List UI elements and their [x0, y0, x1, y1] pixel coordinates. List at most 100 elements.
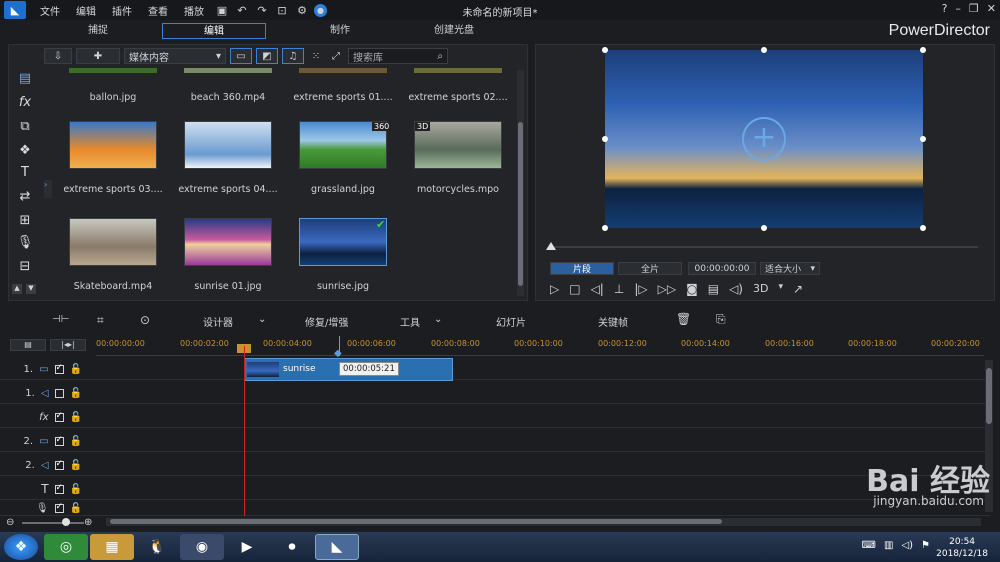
scrub-handle-icon[interactable]: [546, 242, 556, 250]
resize-handle[interactable]: [761, 225, 767, 231]
timecode-field[interactable]: 00:00:00:00: [688, 262, 756, 275]
thumb-extreme-04[interactable]: [184, 121, 272, 169]
track-enable-checkbox[interactable]: [54, 483, 64, 494]
filter-video-icon[interactable]: ▭: [230, 48, 252, 64]
zoom-in-icon[interactable]: ⊕: [84, 517, 92, 528]
library-scroll-thumb[interactable]: [518, 122, 523, 286]
media-item-label[interactable]: extreme sports 04....: [173, 184, 283, 195]
media-item-label[interactable]: extreme sports 02....: [403, 92, 513, 103]
volume-icon[interactable]: ◁): [901, 540, 913, 551]
menu-view[interactable]: 查看: [140, 3, 176, 18]
flag-icon[interactable]: ⚑: [921, 540, 930, 551]
keyboard-icon[interactable]: ⌨: [862, 540, 876, 551]
close-icon[interactable]: ✕: [987, 2, 996, 15]
particle-room-icon[interactable]: ❖: [14, 140, 36, 160]
redo-icon[interactable]: ↷: [254, 2, 270, 18]
import-media-icon[interactable]: ⇩: [44, 48, 72, 64]
tab-edit[interactable]: 编辑: [162, 23, 266, 39]
media-content-dropdown[interactable]: 媒体内容 ▾: [124, 48, 226, 64]
rail-down-icon[interactable]: ▼: [26, 284, 36, 294]
chevron-down-icon[interactable]: ⌄: [434, 314, 442, 325]
media-item-label[interactable]: beach 360.mp4: [173, 92, 283, 103]
undock-icon[interactable]: ↗: [793, 282, 803, 296]
chevron-down-icon[interactable]: ▾: [778, 282, 783, 296]
crop-icon[interactable]: ⌗: [97, 313, 104, 328]
volume-icon[interactable]: ◁): [729, 282, 743, 296]
split-icon[interactable]: ⊥: [614, 282, 624, 296]
undo-icon[interactable]: ↶: [234, 2, 250, 18]
lock-icon[interactable]: 🔓: [70, 412, 82, 423]
minimize-icon[interactable]: –: [955, 2, 961, 15]
media-item-label[interactable]: extreme sports 01....: [288, 92, 398, 103]
lock-icon[interactable]: 🔓: [70, 364, 82, 375]
playhead-diamond-icon[interactable]: ◆: [334, 348, 346, 359]
fast-forward-icon[interactable]: ▷▷: [658, 282, 676, 296]
clip-mode-button[interactable]: 片段: [550, 262, 614, 275]
subtitle-icon[interactable]: ▤: [708, 282, 719, 296]
media-item-label[interactable]: grassland.jpg: [288, 184, 398, 195]
settings-gear-icon[interactable]: ⚙: [294, 2, 310, 18]
tools-button[interactable]: 工具: [400, 314, 420, 329]
thumb-skateboard[interactable]: [69, 218, 157, 266]
filter-image-icon[interactable]: ◩: [256, 48, 278, 64]
taskbar-explorer-icon[interactable]: ▦: [90, 534, 134, 560]
chevron-down-icon[interactable]: ⌄: [258, 314, 266, 325]
slideshow-button[interactable]: 幻灯片: [496, 314, 526, 329]
media-item-label[interactable]: motorcycles.mpo: [403, 184, 513, 195]
track-enable-checkbox[interactable]: [54, 388, 64, 398]
movie-mode-button[interactable]: 全片: [618, 262, 682, 275]
lock-icon[interactable]: 🔓: [70, 436, 82, 447]
zoom-slider[interactable]: [22, 522, 84, 524]
lock-icon[interactable]: 🔓: [70, 503, 82, 514]
media-item-label[interactable]: sunrise.jpg: [288, 281, 398, 292]
audio-mixing-room-icon[interactable]: ⊞: [14, 210, 36, 230]
save-icon[interactable]: ▣: [214, 2, 230, 18]
start-button-icon[interactable]: ❖: [4, 534, 38, 560]
previous-frame-icon[interactable]: ◁|: [591, 282, 604, 296]
thumb-sunrise[interactable]: [299, 218, 387, 266]
title-room-icon[interactable]: T: [14, 162, 36, 182]
restore-icon[interactable]: ❐: [969, 2, 979, 15]
tab-produce[interactable]: 制作: [300, 23, 380, 39]
help-icon[interactable]: ?: [942, 2, 948, 15]
resize-handle[interactable]: [920, 225, 926, 231]
taskbar-qq-icon[interactable]: 🐧: [135, 534, 179, 560]
fx-room-icon[interactable]: fx: [14, 92, 36, 112]
plugin-icon[interactable]: ✚: [76, 48, 120, 64]
delete-trash-icon[interactable]: 🗑: [676, 312, 691, 326]
timeline-vscroll-thumb[interactable]: [986, 368, 992, 424]
taskbar-recorder-icon[interactable]: ⏺: [270, 534, 314, 560]
resize-handle[interactable]: [602, 47, 608, 53]
transition-room-icon[interactable]: ⇄: [14, 186, 36, 206]
resize-handle[interactable]: [920, 136, 926, 142]
snapshot-camera-icon[interactable]: ◙: [686, 282, 698, 296]
move-crosshair-icon[interactable]: +: [742, 117, 786, 161]
media-item-label[interactable]: extreme sports 03....: [58, 184, 168, 195]
menu-plugins[interactable]: 插件: [104, 3, 140, 18]
lock-icon[interactable]: 🔓: [70, 460, 82, 471]
subtitle-room-icon[interactable]: ⊟: [14, 256, 36, 276]
menu-edit[interactable]: 编辑: [68, 3, 104, 18]
media-item-label[interactable]: sunrise 01.jpg: [173, 281, 283, 292]
thumb-extreme-03[interactable]: [69, 121, 157, 169]
taskbar-app-icon[interactable]: ▶: [225, 534, 269, 560]
export-clip-icon[interactable]: ⎘: [716, 312, 726, 327]
thumb-sunrise-01[interactable]: [184, 218, 272, 266]
split-track-icon[interactable]: ⊣⊢: [52, 314, 69, 325]
pip-room-icon[interactable]: ⧉: [14, 116, 36, 136]
rail-up-icon[interactable]: ▲: [12, 284, 22, 294]
menu-play[interactable]: 播放: [176, 3, 212, 18]
fit-size-dropdown[interactable]: 适合大小 ▾: [760, 262, 820, 275]
tab-capture[interactable]: 捕捉: [58, 23, 138, 39]
track-enable-checkbox[interactable]: [54, 411, 64, 422]
filter-audio-icon[interactable]: ♫: [282, 48, 304, 64]
menu-file[interactable]: 文件: [32, 3, 68, 18]
preview-scrub-bar[interactable]: [550, 246, 978, 248]
fit-timeline-icon[interactable]: |◂▸|: [50, 339, 86, 351]
media-item-label[interactable]: Skateboard.mp4: [58, 281, 168, 292]
thumbnail-size-icon[interactable]: ⤢: [328, 48, 344, 64]
resize-handle[interactable]: [602, 225, 608, 231]
mode-3d-label[interactable]: 3D: [753, 282, 768, 296]
zoom-out-icon[interactable]: ⊖: [6, 517, 14, 528]
designer-button[interactable]: 设计器: [203, 314, 233, 329]
